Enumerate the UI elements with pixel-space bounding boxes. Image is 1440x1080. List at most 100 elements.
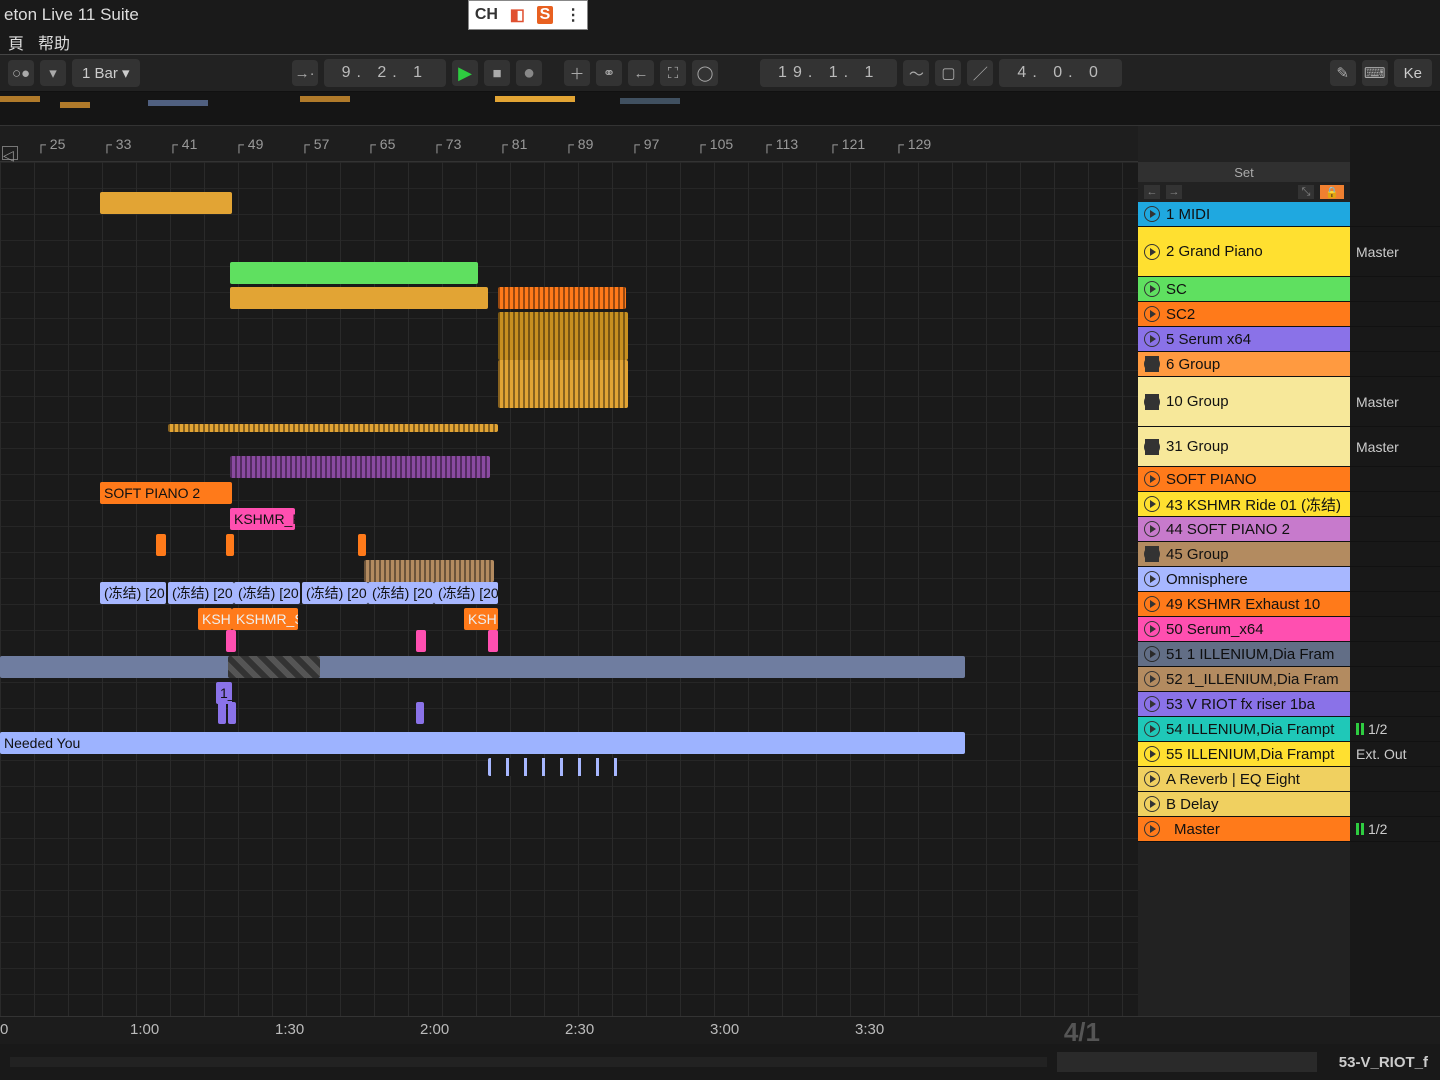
clip[interactable]: SOFT PIANO 2 xyxy=(100,482,232,504)
track-header[interactable]: 53 V RIOT fx riser 1ba xyxy=(1138,692,1350,717)
track-play-icon[interactable] xyxy=(1144,331,1160,347)
track-play-icon[interactable] xyxy=(1144,306,1160,322)
clip[interactable] xyxy=(168,424,498,432)
track-play-icon[interactable] xyxy=(1144,771,1160,787)
clip[interactable]: (冻结) [20 xyxy=(100,582,166,604)
track-header[interactable]: 51 1 ILLENIUM,Dia Fram xyxy=(1138,642,1350,667)
clip[interactable]: KSHMR_R xyxy=(230,508,295,530)
set-prev-icon[interactable]: ← xyxy=(1144,185,1160,199)
clip[interactable]: KSHI xyxy=(464,608,498,630)
clip[interactable] xyxy=(228,656,320,678)
clip[interactable] xyxy=(364,560,494,582)
mix-output-row[interactable] xyxy=(1350,492,1440,517)
clip[interactable] xyxy=(230,287,488,309)
mix-output-row[interactable]: Master xyxy=(1350,377,1440,427)
clip[interactable] xyxy=(358,534,366,556)
record-button[interactable]: ● xyxy=(516,60,542,86)
track-header[interactable]: 49 KSHMR Exhaust 10 xyxy=(1138,592,1350,617)
scrub-area[interactable] xyxy=(10,1057,1047,1067)
track-header[interactable]: 54 ILLENIUM,Dia Frampt xyxy=(1138,717,1350,742)
track-header[interactable]: SC xyxy=(1138,277,1350,302)
clip[interactable] xyxy=(100,192,232,214)
env-icon-3[interactable]: ／ xyxy=(967,60,993,86)
track-play-icon[interactable] xyxy=(1144,821,1160,837)
clip[interactable]: KSHI xyxy=(198,608,232,630)
track-play-icon[interactable] xyxy=(1144,496,1160,512)
track-header[interactable]: 6 Group xyxy=(1138,352,1350,377)
clip[interactable] xyxy=(488,758,618,776)
clip[interactable] xyxy=(498,287,626,309)
clip[interactable] xyxy=(230,262,478,284)
clip[interactable] xyxy=(416,630,426,652)
track-header[interactable]: 31 Group xyxy=(1138,427,1350,467)
mix-output-row[interactable] xyxy=(1350,327,1440,352)
mix-output-row[interactable]: 1/2 xyxy=(1350,717,1440,742)
clip[interactable]: 1_ xyxy=(216,682,232,704)
group-icon[interactable] xyxy=(1144,439,1160,455)
ime-indicator[interactable]: CH ◧ S ⋮ xyxy=(468,0,588,30)
track-play-icon[interactable] xyxy=(1144,796,1160,812)
overdub-plus-icon[interactable]: ＋ xyxy=(564,60,590,86)
back-to-start-icon[interactable]: ◁ xyxy=(2,146,18,160)
clip[interactable] xyxy=(226,630,236,652)
clip[interactable] xyxy=(416,702,424,724)
stop-button[interactable]: ■ xyxy=(484,60,510,86)
track-play-icon[interactable] xyxy=(1144,521,1160,537)
track-header[interactable]: SOFT PIANO xyxy=(1138,467,1350,492)
track-play-icon[interactable] xyxy=(1144,244,1160,260)
track-play-icon[interactable] xyxy=(1144,746,1160,762)
quantize-selector[interactable]: 1 Bar ▾ xyxy=(72,59,140,87)
mix-output-row[interactable] xyxy=(1350,467,1440,492)
mix-output-row[interactable]: 1/2 xyxy=(1350,817,1440,842)
song-position[interactable]: 9. 2. 1 xyxy=(324,59,446,87)
clip[interactable]: (冻结) [20 xyxy=(302,582,368,604)
mix-output-row[interactable]: Master xyxy=(1350,427,1440,467)
clip[interactable]: Needed You xyxy=(0,732,965,754)
bar-ruler[interactable]: ◁ ┌ 25┌ 33┌ 41┌ 49┌ 57┌ 65┌ 73┌ 81┌ 89┌ … xyxy=(0,126,1138,162)
clip[interactable] xyxy=(230,456,490,478)
track-header[interactable]: Master xyxy=(1138,817,1350,842)
track-header[interactable]: 1 MIDI xyxy=(1138,202,1350,227)
loop-start[interactable]: 19. 1. 1 xyxy=(760,59,897,87)
clip[interactable]: (冻结) [20 xyxy=(168,582,234,604)
mix-output-row[interactable] xyxy=(1350,617,1440,642)
tap-tempo-dropdown-icon[interactable]: ▾ xyxy=(40,60,66,86)
menu-help[interactable]: 帮助 xyxy=(38,30,70,54)
track-play-icon[interactable] xyxy=(1144,721,1160,737)
track-header[interactable]: 10 Group xyxy=(1138,377,1350,427)
automation-link-icon[interactable]: ⚭ xyxy=(596,60,622,86)
menu-item-1[interactable]: 頁 xyxy=(8,30,24,54)
track-play-icon[interactable] xyxy=(1144,671,1160,687)
track-header[interactable]: Omnisphere xyxy=(1138,567,1350,592)
env-icon-2[interactable]: ▢ xyxy=(935,60,961,86)
play-button[interactable]: ▶ xyxy=(452,60,478,86)
arrangement-overview[interactable] xyxy=(0,92,1440,126)
track-play-icon[interactable] xyxy=(1144,596,1160,612)
ime-dropdown-icon[interactable]: ⋮ xyxy=(565,5,581,25)
track-header[interactable]: 5 Serum x64 xyxy=(1138,327,1350,352)
clip[interactable] xyxy=(218,702,226,724)
mix-output-row[interactable] xyxy=(1350,592,1440,617)
track-header[interactable]: 55 ILLENIUM,Dia Frampt xyxy=(1138,742,1350,767)
mix-output-row[interactable] xyxy=(1350,202,1440,227)
mix-output-row[interactable] xyxy=(1350,642,1440,667)
clip[interactable] xyxy=(488,630,498,652)
key-map-button[interactable]: Ke xyxy=(1394,59,1432,87)
track-lanes[interactable]: SOFT PIANO 2KSHMR_R(冻结) [20(冻结) [20(冻结) … xyxy=(0,162,1138,1016)
arrangement-view[interactable]: ◁ ┌ 25┌ 33┌ 41┌ 49┌ 57┌ 65┌ 73┌ 81┌ 89┌ … xyxy=(0,126,1138,1016)
track-header[interactable]: SC2 xyxy=(1138,302,1350,327)
draw-mode-icon[interactable]: ✎ xyxy=(1330,60,1356,86)
track-header[interactable]: 45 Group xyxy=(1138,542,1350,567)
mix-output-row[interactable] xyxy=(1350,302,1440,327)
mix-output-row[interactable]: Ext. Out xyxy=(1350,742,1440,767)
track-play-icon[interactable] xyxy=(1144,571,1160,587)
follow-icon[interactable]: →· xyxy=(292,60,318,86)
group-icon[interactable] xyxy=(1144,394,1160,410)
clip[interactable] xyxy=(498,360,628,408)
track-header[interactable]: 43 KSHMR Ride 01 (冻结) xyxy=(1138,492,1350,517)
clip[interactable]: KSHMR_S xyxy=(232,608,298,630)
mix-output-row[interactable] xyxy=(1350,667,1440,692)
track-header[interactable]: A Reverb | EQ Eight xyxy=(1138,767,1350,792)
clip[interactable] xyxy=(226,534,234,556)
punch-icon[interactable]: ⛶ xyxy=(660,60,686,86)
